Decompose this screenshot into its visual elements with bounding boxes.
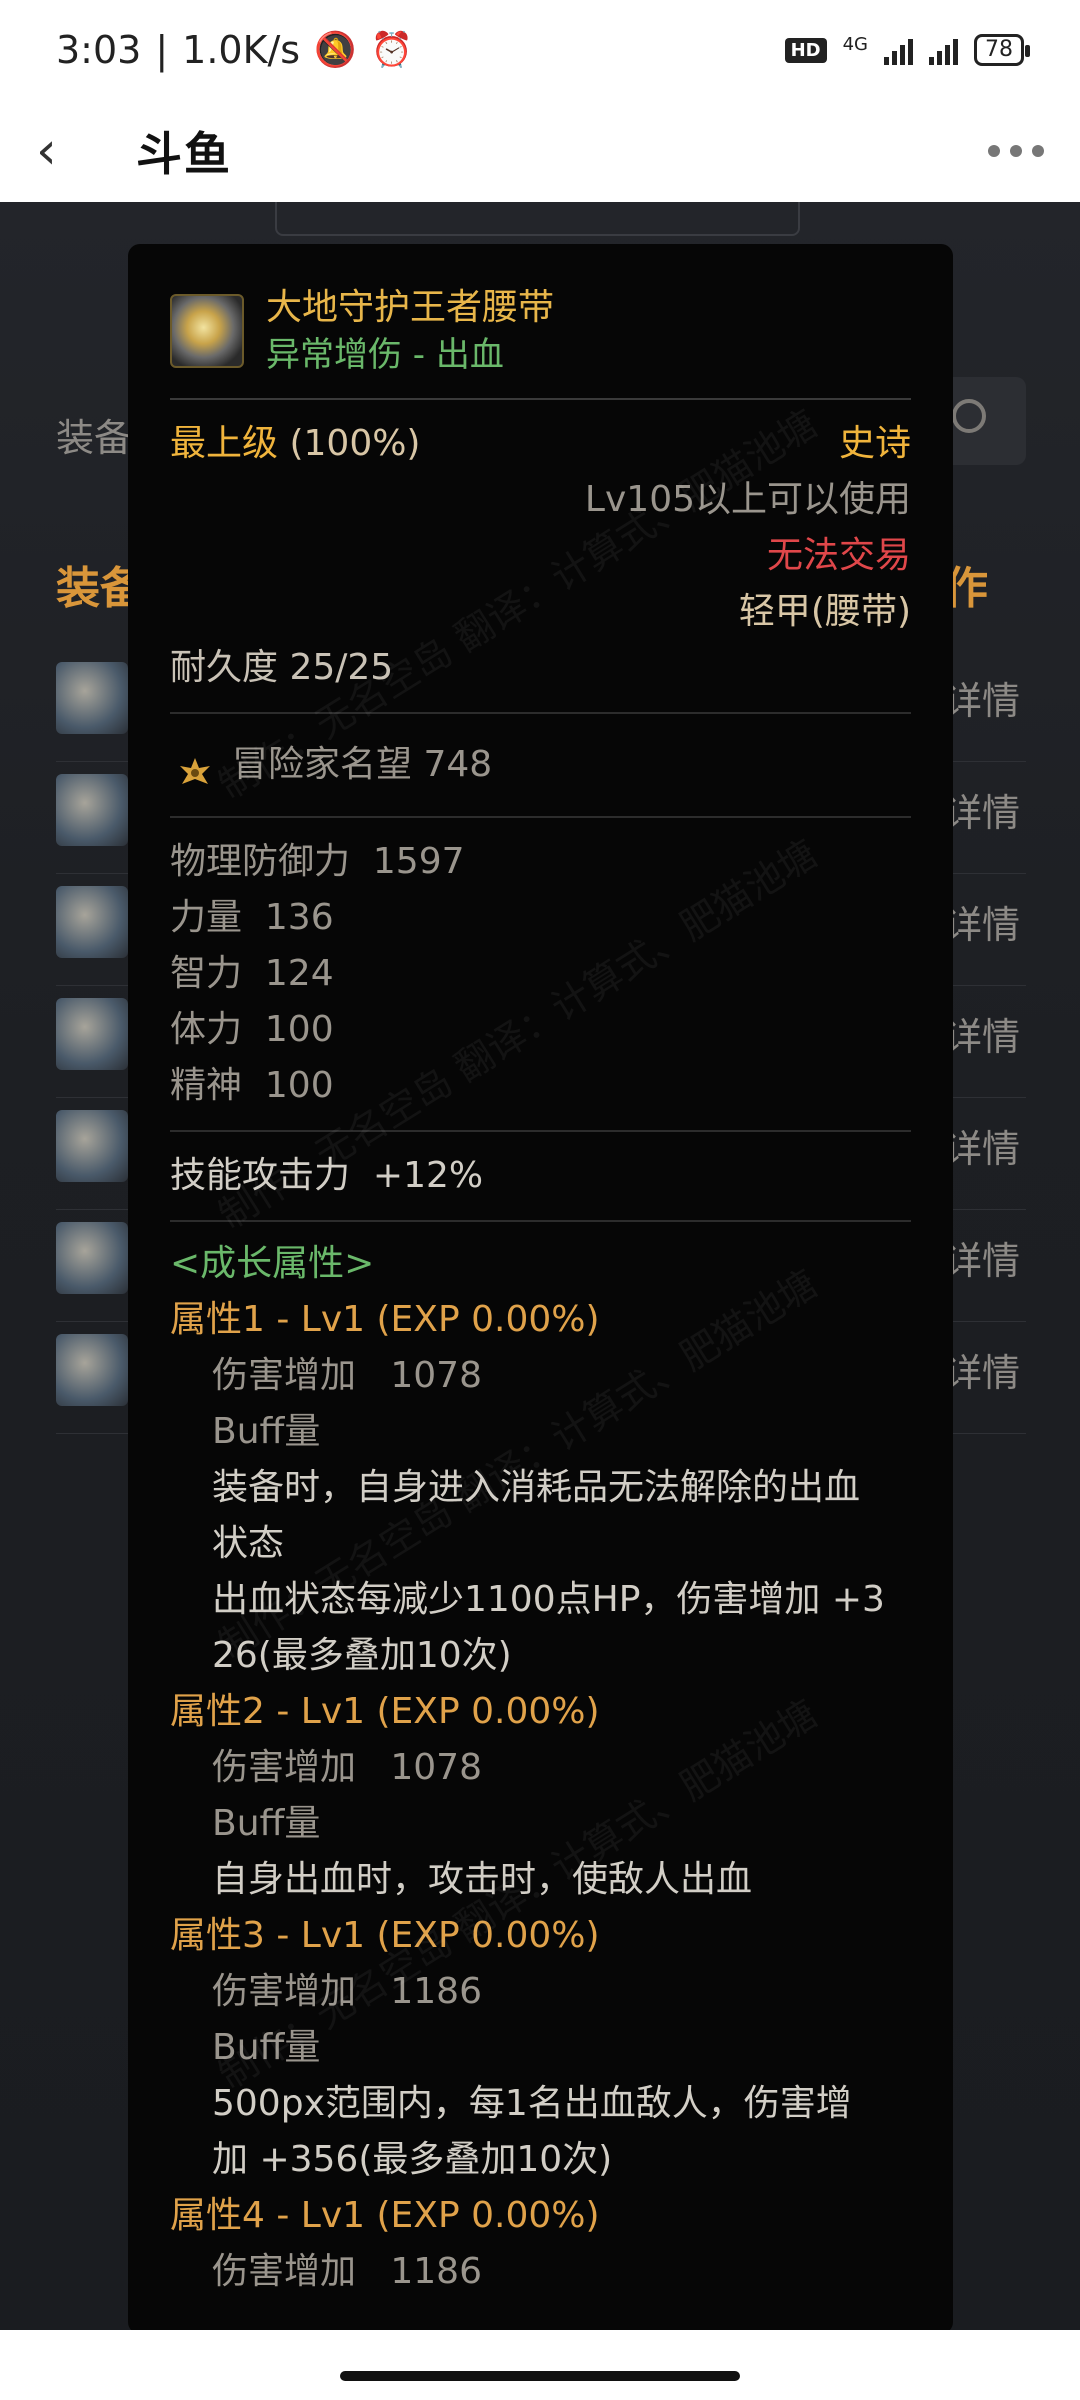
skill-attack-value: +12% <box>372 1155 484 1197</box>
background-input[interactable] <box>275 202 800 236</box>
stat-row: 物理防御力 1597 <box>170 841 465 883</box>
stat-row: 体力 100 <box>170 1009 334 1051</box>
status-right: HD 4G 78 <box>784 34 1030 66</box>
item-grade-pct: (100%) <box>289 423 421 465</box>
attribute-title: 属性2 - Lv1 (EXP 0.00%) <box>170 1691 600 1733</box>
growth-attributes-section: <成长属性> 属性1 - Lv1 (EXP 0.00%) 伤害增加 1078 B… <box>170 1222 911 2300</box>
alarm-icon: ⏰ <box>370 30 413 70</box>
renown-section: 冒险家名望 748 <box>170 714 911 819</box>
attribute-damage: 伤害增加 1078 <box>212 1747 482 1789</box>
attribute-desc: 出血状态每减少1100点HP，伤害增加 +3 <box>212 1579 885 1621</box>
durability: 耐久度 25/25 <box>170 647 394 689</box>
back-arrow-icon[interactable]: ‹ <box>36 125 106 177</box>
network-label: 4G <box>842 34 868 55</box>
background-row-label: 装备 <box>56 416 133 460</box>
signal-icon <box>884 35 913 65</box>
detail-link[interactable]: 详情 <box>944 782 1020 837</box>
equipment-icon <box>56 886 128 958</box>
app-bar: ‹ 斗鱼 <box>0 100 1080 202</box>
attribute-title: 属性1 - Lv1 (EXP 0.00%) <box>170 1299 600 1341</box>
more-options-icon[interactable] <box>988 145 1044 157</box>
attribute-desc: 26(最多叠加10次) <box>212 1635 512 1677</box>
detail-link[interactable]: 详情 <box>944 670 1020 725</box>
system-nav-bar <box>0 2330 1080 2400</box>
attribute-desc: 装备时，自身进入消耗品无法解除的出血 <box>212 1467 861 1509</box>
renown-row: 冒险家名望 748 <box>170 730 911 800</box>
item-info-section: 最上级 (100%) 史诗 Lv105以上可以使用 无法交易 轻甲(腰带) 耐久… <box>170 400 911 715</box>
attribute-title: 属性3 - Lv1 (EXP 0.00%) <box>170 1915 600 1957</box>
stats-section: 物理防御力 1597 力量 136 智力 124 体力 100 精神 100 <box>170 818 911 1133</box>
attribute-buff: Buff量 <box>212 1803 321 1845</box>
attribute-desc: 自身出血时，攻击时，使敌人出血 <box>212 1859 753 1901</box>
battery-icon: 78 <box>974 34 1030 66</box>
attribute-buff: Buff量 <box>212 2027 321 2069</box>
equipment-icon <box>56 774 128 846</box>
detail-link[interactable]: 详情 <box>944 1342 1020 1397</box>
detail-link[interactable]: 详情 <box>944 894 1020 949</box>
skill-attack-row: 技能攻击力 +12% <box>170 1148 911 1204</box>
equipment-icon <box>56 998 128 1070</box>
attribute-title: 属性4 - Lv1 (EXP 0.00%) <box>170 2195 600 2237</box>
stat-row: 精神 100 <box>170 1065 334 1107</box>
adventurer-renown: 冒险家名望 748 <box>232 744 493 786</box>
detail-link[interactable]: 详情 <box>944 1118 1020 1173</box>
trade-status: 无法交易 <box>766 535 911 577</box>
detail-link[interactable]: 详情 <box>944 1230 1020 1285</box>
equipment-icon <box>56 1222 128 1294</box>
attribute-buff: Buff量 <box>212 1411 321 1453</box>
status-left: 3:03 | 1.0K/s 🔕 ⏰ <box>56 28 413 72</box>
hd-badge: HD <box>784 37 827 63</box>
growth-title: <成长属性> <box>170 1243 375 1285</box>
signal-icon-2 <box>929 35 958 65</box>
home-indicator[interactable] <box>340 2371 740 2381</box>
stat-row: 力量 136 <box>170 897 334 939</box>
status-time: 3:03 <box>56 28 142 72</box>
attribute-desc: 加 +356(最多叠加10次) <box>212 2139 613 2181</box>
attribute-damage: 伤害增加 1186 <box>212 1971 482 2013</box>
attribute-damage: 伤害增加 1078 <box>212 1355 482 1397</box>
item-grade: 最上级 <box>170 423 279 465</box>
skill-attack-label: 技能攻击力 <box>170 1155 351 1197</box>
equipment-icon <box>56 1110 128 1182</box>
equipment-icon <box>56 662 128 734</box>
attribute-damage: 伤害增加 1186 <box>212 2251 482 2293</box>
belt-icon <box>170 294 244 369</box>
page-title: 斗鱼 <box>136 127 232 181</box>
renown-crest-icon <box>176 746 214 785</box>
mute-bell-icon: 🔕 <box>314 30 357 70</box>
grade-row: 最上级 (100%) 史诗 <box>170 416 911 472</box>
equipment-icon <box>56 1334 128 1406</box>
status-speed: 1.0K/s <box>182 28 301 72</box>
status-divider: | <box>155 28 169 72</box>
status-bar: 3:03 | 1.0K/s 🔕 ⏰ HD 4G 78 <box>0 0 1080 100</box>
detail-link[interactable]: 详情 <box>944 1006 1020 1061</box>
item-subtitle: 异常增伤 - 出血 <box>266 334 504 375</box>
attribute-desc: 状态 <box>212 1523 285 1565</box>
attribute-desc: 500px范围内，每1名出血敌人，伤害增 <box>212 2083 852 2125</box>
stat-row: 智力 124 <box>170 953 334 995</box>
level-requirement: Lv105以上可以使用 <box>584 479 911 521</box>
item-type: 轻甲(腰带) <box>738 591 911 633</box>
item-tooltip: 制作：无名空岛 翻译：计算式、肥猫池塘 制作：无名空岛 翻译：计算式、肥猫池塘 … <box>128 244 953 2334</box>
search-icon <box>952 399 986 433</box>
item-rarity: 史诗 <box>838 423 911 465</box>
skill-attack-section: 技能攻击力 +12% <box>170 1132 911 1223</box>
item-header: 大地守护王者腰带 异常增伤 - 出血 <box>170 284 911 401</box>
item-name: 大地守护王者腰带 <box>266 287 555 328</box>
